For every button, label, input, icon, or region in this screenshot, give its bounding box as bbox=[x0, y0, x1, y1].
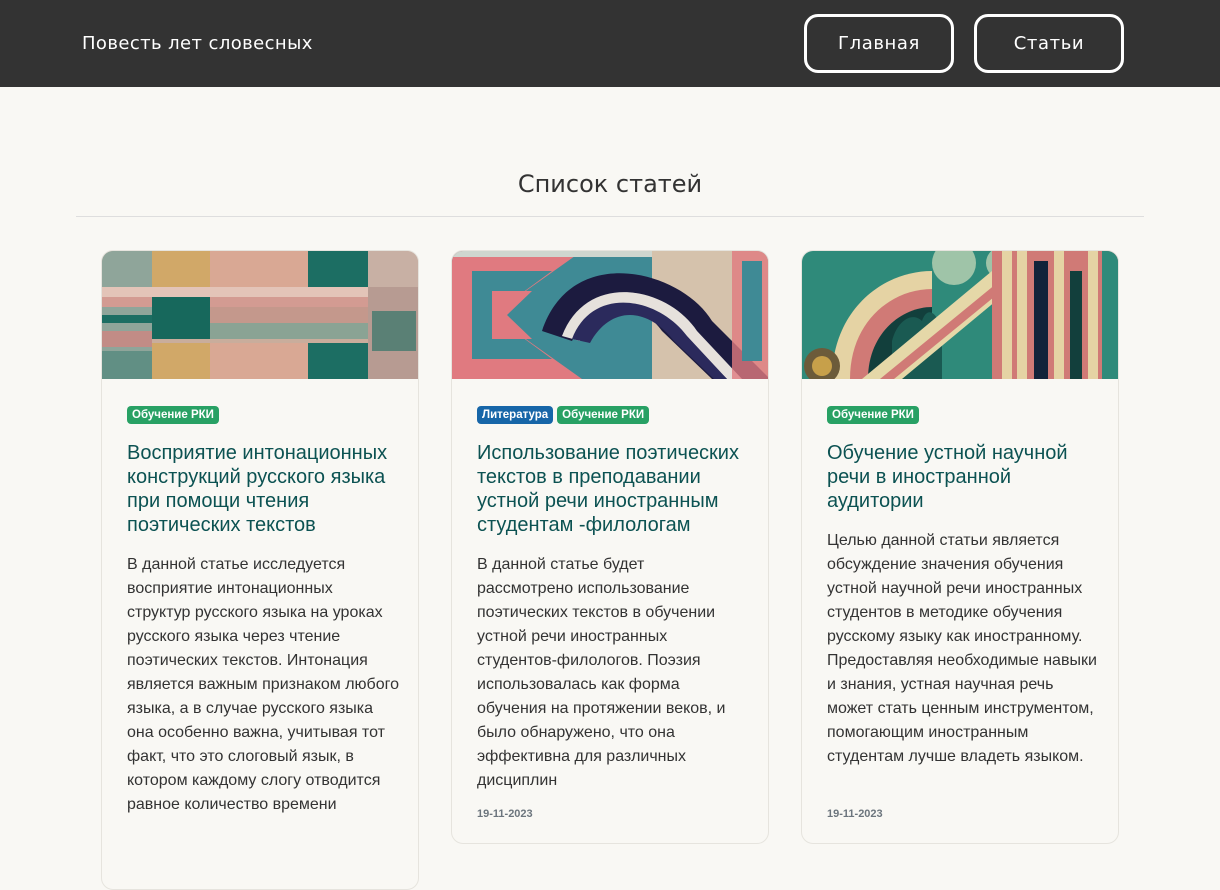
article-date: 19-11-2023 bbox=[827, 808, 883, 820]
tag-badge[interactable]: Обучение РКИ bbox=[557, 406, 650, 424]
article-thumbnail-image[interactable] bbox=[452, 251, 768, 379]
article-card[interactable]: Обучение РКИ Восприятие интонационных ко… bbox=[101, 250, 419, 890]
article-title-link[interactable]: Обучение устной научной речи в иностранн… bbox=[827, 441, 1102, 513]
article-summary: В данной статье будет рассмотрено исполь… bbox=[477, 556, 726, 789]
navbar: Повесть лет словесных Главная Статьи bbox=[0, 0, 1220, 87]
article-tags: Обучение РКИ bbox=[127, 406, 219, 424]
article-tags: Обучение РКИ bbox=[827, 406, 919, 424]
article-card[interactable]: Литература Обучение РКИ Использование по… bbox=[451, 250, 769, 844]
article-summary: В данной статье исследуется восприятие и… bbox=[127, 556, 399, 813]
tag-badge[interactable]: Литература bbox=[477, 406, 554, 424]
page-title: Список статей bbox=[517, 170, 703, 198]
nav-home-button[interactable]: Главная bbox=[804, 14, 954, 73]
nav-articles-button[interactable]: Статьи bbox=[974, 14, 1124, 73]
article-thumbnail-image[interactable] bbox=[802, 251, 1118, 379]
article-summary: Целью данной статьи является обсуждение … bbox=[827, 532, 1097, 765]
tag-badge[interactable]: Обучение РКИ bbox=[127, 406, 219, 424]
article-title-link[interactable]: Восприятие интонационных конструкций рус… bbox=[127, 441, 402, 537]
tag-badge[interactable]: Обучение РКИ bbox=[827, 406, 919, 424]
heading-divider bbox=[76, 216, 1144, 217]
site-brand-link[interactable]: Повесть лет словесных bbox=[82, 33, 313, 54]
article-thumbnail-image[interactable] bbox=[102, 251, 418, 379]
article-date: 19-11-2023 bbox=[477, 808, 533, 820]
article-card[interactable]: Обучение РКИ Обучение устной научной реч… bbox=[801, 250, 1119, 844]
article-tags: Литература Обучение РКИ bbox=[477, 406, 650, 424]
article-title-link[interactable]: Использование поэтических текстов в преп… bbox=[477, 441, 752, 537]
